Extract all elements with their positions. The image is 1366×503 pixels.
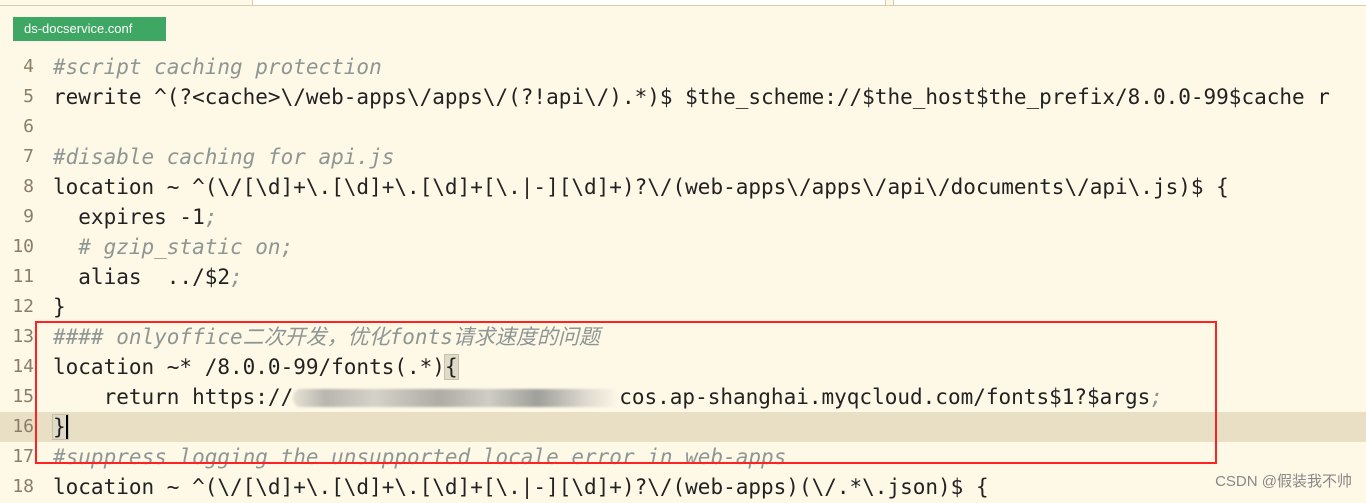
line-number: 13 [12, 326, 34, 347]
code-line: 6 [0, 112, 1366, 142]
code-text: location ~ ^(\/[\d]+\.[\d]+\.[\d]+[\.|-]… [53, 475, 989, 499]
code-line-current: 16} [0, 412, 1366, 442]
top-panel [252, 0, 886, 6]
code-line: 12} [0, 292, 1366, 322]
code-text: } [53, 295, 66, 319]
line-number: 10 [12, 236, 34, 257]
matched-bracket: } [52, 414, 69, 440]
top-toolbar [0, 0, 1366, 6]
line-number: 16 [12, 416, 34, 437]
line-number: 14 [12, 356, 34, 377]
semicolon: ; [230, 265, 243, 289]
code-text: location ~* /8.0.0-99/fonts(.*) [53, 355, 445, 379]
code-line: 10 # gzip_static on; [0, 232, 1366, 262]
code-line: 4 #script caching protection [0, 52, 1366, 82]
code-line: 13 #### onlyoffice二次开发，优化fonts请求速度的问题 [0, 322, 1366, 352]
code-text: location ~ ^(\/[\d]+\.[\d]+\.[\d]+[\.|-]… [53, 175, 1229, 199]
semicolon: ; [1150, 385, 1163, 409]
code-editor[interactable]: 4 #script caching protection 5 rewrite ^(?… [0, 52, 1366, 502]
code-text: #suppress logging the unsupported locale… [53, 445, 787, 469]
line-number: 6 [23, 116, 34, 137]
code-line: 14 location ~* /8.0.0-99/fonts(.*){ [0, 352, 1366, 382]
matched-bracket: { [443, 354, 459, 380]
line-number: 8 [23, 176, 34, 197]
line-number: 4 [23, 56, 34, 77]
line-number: 15 [12, 386, 34, 407]
code-text: alias ../$2 [53, 265, 231, 289]
line-number: 5 [23, 86, 34, 107]
line-number: 18 [12, 476, 34, 497]
code-text: expires -1 [53, 205, 205, 229]
code-line: 17 #suppress logging the unsupported loca… [0, 442, 1366, 472]
redacted-blur [293, 389, 620, 407]
line-number: 12 [12, 296, 34, 317]
code-text: #script caching protection [53, 55, 382, 79]
code-text: # gzip_static on; [53, 235, 294, 259]
top-panel [893, 0, 1366, 6]
watermark: CSDN @假装我不帅 [1215, 473, 1352, 490]
code-line: 7 #disable caching for api.js [0, 142, 1366, 172]
code-line: 11 alias ../$2; [0, 262, 1366, 292]
line-number: 11 [12, 266, 34, 287]
line-number: 17 [12, 446, 34, 467]
line-number: 7 [23, 146, 34, 167]
code-text: rewrite ^(?<cache>\/web-apps\/apps\/(?!a… [53, 85, 1330, 109]
semicolon: ; [204, 205, 218, 229]
code-text: #### onlyoffice二次开发，优化fonts请求速度的问题 [53, 325, 600, 349]
code-text: cos.ap-shanghai.myqcloud.com/fonts$1?$ar… [619, 385, 1151, 409]
code-line: 9 expires -1; [0, 202, 1366, 232]
code-line: 15 return https:// cos.ap-shanghai.myqclo… [0, 382, 1366, 412]
file-name-tag: ds-docservice.conf [13, 17, 166, 41]
code-line: 5 rewrite ^(?<cache>\/web-apps\/apps\/(?!… [0, 82, 1366, 112]
code-text: return https:// [53, 385, 294, 409]
code-line: 8 location ~ ^(\/[\d]+\.[\d]+\.[\d]+[\.|-… [0, 172, 1366, 202]
code-text: #disable caching for api.js [53, 145, 395, 169]
code-line: 18 location ~ ^(\/[\d]+\.[\d]+\.[\d]+[\.|… [0, 472, 1366, 502]
line-number: 9 [23, 206, 34, 227]
